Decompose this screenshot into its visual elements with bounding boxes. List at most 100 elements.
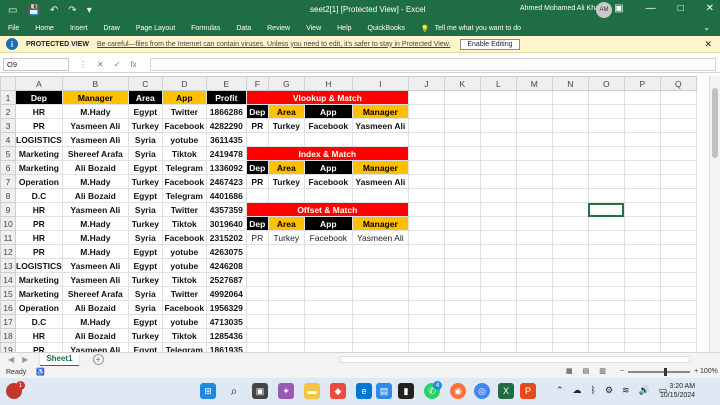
cell[interactable] bbox=[479, 342, 517, 352]
powerpoint-icon[interactable]: P bbox=[520, 383, 536, 399]
cell[interactable] bbox=[479, 188, 517, 203]
cell[interactable] bbox=[659, 286, 697, 301]
cell[interactable]: Facebook bbox=[161, 174, 207, 189]
cell[interactable] bbox=[443, 174, 481, 189]
cell[interactable] bbox=[479, 160, 517, 175]
chevron-down-icon[interactable]: ⌄ bbox=[703, 23, 710, 32]
cell[interactable] bbox=[407, 174, 445, 189]
cell[interactable] bbox=[515, 132, 553, 147]
cell[interactable] bbox=[515, 244, 553, 259]
cell[interactable]: yotube bbox=[161, 132, 207, 147]
tab-file[interactable]: File bbox=[0, 25, 27, 32]
minimize-icon[interactable]: — bbox=[646, 3, 656, 14]
cell[interactable] bbox=[551, 244, 589, 259]
autosave-icon[interactable]: ▭ bbox=[8, 5, 17, 16]
lookup-result[interactable]: Yasmeen Ali bbox=[351, 118, 409, 133]
enable-editing-button[interactable]: Enable Editing bbox=[460, 38, 520, 50]
column-header[interactable]: E bbox=[205, 76, 247, 91]
accessibility-icon[interactable]: ♿ bbox=[36, 368, 45, 376]
zoom-in-icon[interactable]: + bbox=[694, 368, 698, 375]
cell[interactable] bbox=[659, 258, 697, 273]
lookup-header[interactable]: App bbox=[303, 216, 353, 231]
cell[interactable] bbox=[623, 314, 661, 329]
ribbon-display-icon[interactable]: ▣ bbox=[614, 3, 623, 14]
lookup-result[interactable]: Turkey bbox=[267, 174, 305, 189]
cell[interactable] bbox=[479, 230, 517, 245]
cell[interactable] bbox=[351, 342, 409, 352]
terminal-icon[interactable]: ▮ bbox=[398, 383, 414, 399]
cell[interactable] bbox=[623, 272, 661, 287]
prev-sheet-icon[interactable]: ◀ bbox=[8, 355, 14, 364]
cell[interactable] bbox=[587, 90, 625, 105]
cell[interactable] bbox=[267, 244, 305, 259]
cell[interactable] bbox=[479, 202, 517, 217]
row-header[interactable]: 6 bbox=[0, 160, 16, 175]
cell[interactable] bbox=[587, 342, 625, 352]
cell[interactable]: 2467423 bbox=[205, 174, 247, 189]
cell[interactable]: 4246208 bbox=[205, 258, 247, 273]
cell[interactable]: Yasmeen Ali bbox=[61, 202, 129, 217]
cell[interactable] bbox=[443, 160, 481, 175]
lookup-result[interactable]: Facebook bbox=[303, 230, 353, 245]
cell[interactable] bbox=[407, 216, 445, 231]
page-layout-view-icon[interactable]: ▤ bbox=[583, 367, 590, 375]
cell[interactable] bbox=[659, 272, 697, 287]
cell[interactable]: M.Hady bbox=[61, 244, 129, 259]
user-name[interactable]: Ahmed Mohamed Ali Khalil bbox=[520, 5, 604, 12]
cell[interactable] bbox=[515, 258, 553, 273]
cell[interactable]: Turkey bbox=[127, 328, 163, 343]
cell[interactable]: Tiktok bbox=[161, 216, 207, 231]
lookup-result[interactable]: Facebook bbox=[303, 118, 353, 133]
insert-function-icon[interactable]: fx bbox=[130, 60, 136, 69]
cell[interactable] bbox=[407, 286, 445, 301]
cell[interactable] bbox=[623, 118, 661, 133]
vertical-scrollbar[interactable] bbox=[709, 76, 720, 352]
cell[interactable] bbox=[659, 230, 697, 245]
column-header[interactable]: L bbox=[479, 76, 517, 91]
cell[interactable]: 1285436 bbox=[205, 328, 247, 343]
cell[interactable] bbox=[245, 258, 269, 273]
cell[interactable]: Marketing bbox=[15, 160, 63, 175]
cell[interactable] bbox=[659, 118, 697, 133]
cell[interactable]: Syria bbox=[127, 146, 163, 161]
enter-icon[interactable]: ✓ bbox=[114, 60, 121, 69]
tab-insert[interactable]: Insert bbox=[62, 25, 96, 32]
worksheet-grid[interactable]: A B C D E F G H I J K L M N O P Q 1 Dep Manager Area App Profi… bbox=[0, 76, 709, 352]
cell[interactable] bbox=[515, 90, 553, 105]
cell[interactable] bbox=[303, 286, 353, 301]
cell[interactable] bbox=[303, 188, 353, 203]
cell[interactable] bbox=[479, 300, 517, 315]
cell[interactable] bbox=[551, 202, 589, 217]
cell[interactable] bbox=[659, 314, 697, 329]
cell[interactable]: Egypt bbox=[127, 244, 163, 259]
cell[interactable] bbox=[267, 342, 305, 352]
cell[interactable]: Telegram bbox=[161, 188, 207, 203]
cell[interactable] bbox=[551, 160, 589, 175]
cell[interactable]: M.Hady bbox=[61, 104, 129, 119]
column-header[interactable]: Q bbox=[659, 76, 697, 91]
cell[interactable] bbox=[303, 300, 353, 315]
cell[interactable] bbox=[303, 258, 353, 273]
row-header[interactable]: 1 bbox=[0, 90, 16, 105]
cell[interactable] bbox=[407, 202, 445, 217]
normal-view-icon[interactable]: ▦ bbox=[566, 367, 573, 375]
office-icon[interactable]: ◆ bbox=[330, 383, 346, 399]
cell[interactable] bbox=[623, 258, 661, 273]
cell[interactable]: yotube bbox=[161, 244, 207, 259]
cell[interactable] bbox=[587, 146, 625, 161]
cell[interactable] bbox=[351, 300, 409, 315]
close-icon[interactable]: ✕ bbox=[704, 39, 712, 50]
cell[interactable]: Yasmeen Ali bbox=[61, 272, 129, 287]
lookup-title[interactable]: Offset & Match bbox=[245, 202, 409, 217]
cell[interactable]: 2419478 bbox=[205, 146, 247, 161]
cell[interactable] bbox=[443, 202, 481, 217]
cell[interactable]: Twitter bbox=[161, 286, 207, 301]
column-header[interactable]: J bbox=[407, 76, 445, 91]
cell[interactable]: HR bbox=[15, 230, 63, 245]
cell[interactable] bbox=[407, 188, 445, 203]
cell[interactable]: Syria bbox=[127, 300, 163, 315]
cell[interactable] bbox=[479, 272, 517, 287]
cell[interactable] bbox=[515, 342, 553, 352]
column-header[interactable]: A bbox=[15, 76, 63, 91]
cell[interactable] bbox=[267, 132, 305, 147]
